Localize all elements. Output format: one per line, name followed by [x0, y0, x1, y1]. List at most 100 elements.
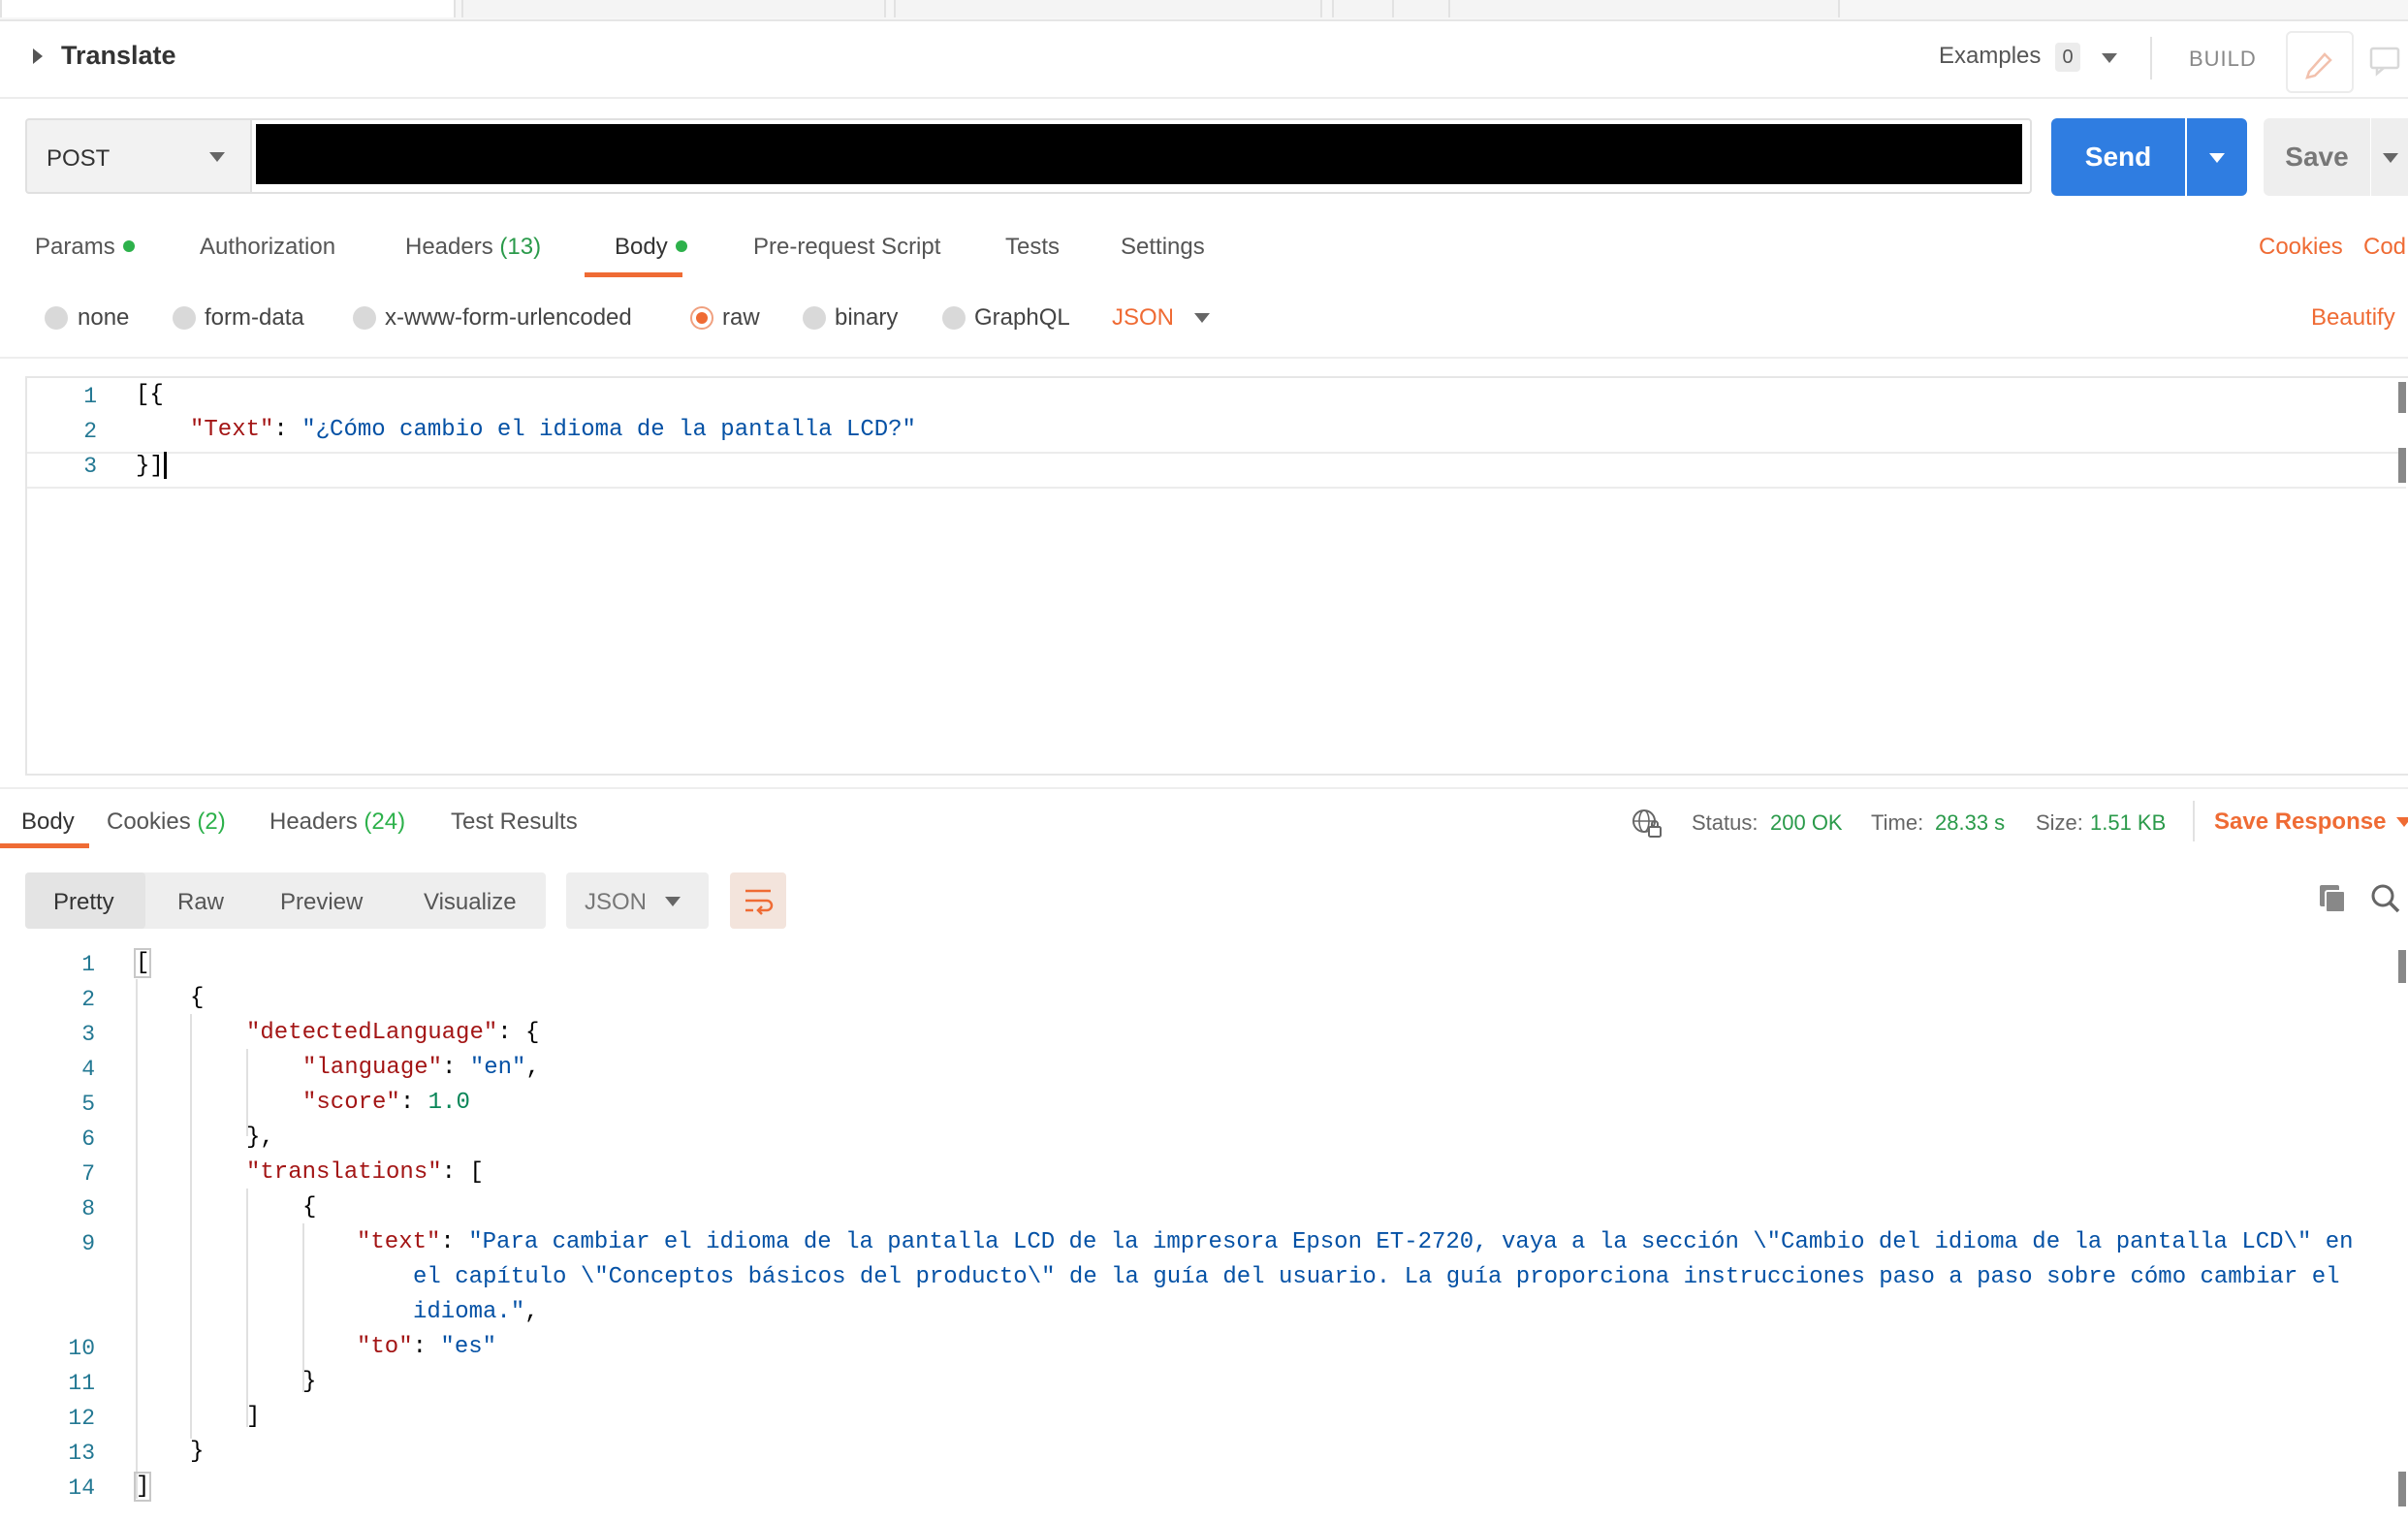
- scrollbar[interactable]: [2398, 950, 2406, 983]
- comment-icon: [2369, 47, 2400, 77]
- examples-chevron-down-icon[interactable]: [2102, 53, 2117, 63]
- line-number: 6: [81, 1126, 95, 1152]
- radio-form-data[interactable]: [173, 306, 196, 330]
- method-chevron-down-icon[interactable]: [209, 152, 225, 162]
- tab-params[interactable]: Params: [35, 234, 135, 261]
- request-tab[interactable]: [894, 0, 1322, 17]
- request-tab[interactable]: [1332, 0, 1394, 17]
- tab-response-cookies[interactable]: Cookies (2): [107, 809, 226, 836]
- globe-lock-icon[interactable]: [1631, 807, 1663, 844]
- build-mode-label[interactable]: BUILD: [2189, 47, 2257, 72]
- send-button[interactable]: Send: [2051, 118, 2185, 196]
- save-options-button[interactable]: [2371, 118, 2408, 196]
- edit-button[interactable]: [2286, 31, 2354, 93]
- tab-label: Cookies: [107, 809, 191, 835]
- tab-tests[interactable]: Tests: [1005, 234, 1060, 261]
- copy-icon[interactable]: [2317, 882, 2350, 920]
- divider: [2193, 801, 2195, 841]
- body-format-select[interactable]: JSON: [1112, 304, 1174, 332]
- wrap-lines-button[interactable]: [730, 872, 786, 929]
- tab-label: Params: [35, 234, 115, 260]
- tab-settings[interactable]: Settings: [1121, 234, 1205, 261]
- tab-headers[interactable]: Headers (13): [405, 234, 541, 261]
- line-number: 3: [81, 1022, 95, 1047]
- new-tab-button[interactable]: [1392, 0, 1454, 17]
- code-link[interactable]: Cod: [2363, 234, 2406, 261]
- cookies-count: (2): [197, 809, 226, 835]
- collapse-arrow-icon[interactable]: [33, 48, 43, 64]
- view-preview-button[interactable]: Preview: [280, 889, 363, 916]
- tab-authorization[interactable]: Authorization: [200, 234, 335, 261]
- radio-label-binary[interactable]: binary: [835, 304, 898, 332]
- size-label: Size:: [2036, 810, 2083, 835]
- radio-label-raw[interactable]: raw: [722, 304, 760, 332]
- line-number: 14: [68, 1475, 95, 1501]
- line-number: 11: [68, 1371, 95, 1396]
- indent-guide: [136, 979, 138, 1499]
- environment-selector[interactable]: [1448, 0, 1840, 17]
- view-pretty-button[interactable]: Pretty: [53, 889, 114, 916]
- status-dot: [122, 239, 135, 252]
- radio-label-urlencoded[interactable]: x-www-form-urlencoded: [385, 304, 632, 332]
- text-cursor: [163, 452, 167, 479]
- indent-guide: [246, 1049, 248, 1136]
- active-tab-indicator: [0, 843, 89, 848]
- code-text: }]: [136, 453, 164, 480]
- line-number: 12: [68, 1406, 95, 1431]
- save-button[interactable]: Save: [2264, 118, 2370, 196]
- tab-pre-request-script[interactable]: Pre-request Script: [753, 234, 940, 261]
- json-key: "score": [302, 1090, 400, 1116]
- time-value[interactable]: 28.33 s: [1935, 810, 2005, 836]
- radio-label-form-data[interactable]: form-data: [205, 304, 304, 332]
- line-number: 10: [68, 1336, 95, 1361]
- radio-label-none[interactable]: none: [78, 304, 129, 332]
- radio-urlencoded[interactable]: [353, 306, 376, 330]
- send-options-button[interactable]: [2187, 118, 2247, 196]
- line-number: 1: [83, 384, 97, 409]
- code-line[interactable]: [{: [136, 382, 164, 408]
- size-value[interactable]: 1.51 KB: [2090, 810, 2166, 836]
- json-string: "¿Cómo cambio el idioma de la pantalla L…: [301, 417, 916, 443]
- tab-body[interactable]: Body: [615, 234, 687, 261]
- tab-test-results[interactable]: Test Results: [451, 809, 578, 836]
- format-chevron-down-icon[interactable]: [1194, 313, 1210, 323]
- radio-graphql[interactable]: [942, 306, 966, 330]
- code-line: [: [133, 948, 152, 978]
- request-title[interactable]: Translate: [61, 41, 176, 71]
- beautify-link[interactable]: Beautify: [2311, 304, 2395, 332]
- code-line[interactable]: "Text": "¿Cómo cambio el idioma de la pa…: [190, 417, 916, 443]
- line-number: 3: [83, 454, 97, 479]
- view-raw-button[interactable]: Raw: [177, 889, 224, 916]
- code-line: "translations": [: [246, 1159, 484, 1186]
- scrollbar[interactable]: [2398, 382, 2406, 413]
- save-response-button[interactable]: Save Response: [2214, 809, 2386, 836]
- radio-label-graphql[interactable]: GraphQL: [974, 304, 1070, 332]
- url-input[interactable]: [256, 124, 2022, 184]
- scrollbar[interactable]: [2398, 1472, 2406, 1506]
- tab-label: Headers: [269, 809, 358, 835]
- tab-response-headers[interactable]: Headers (24): [269, 809, 405, 836]
- request-tab[interactable]: [461, 0, 886, 17]
- cookies-link[interactable]: Cookies: [2259, 234, 2343, 261]
- view-visualize-button[interactable]: Visualize: [424, 889, 517, 916]
- status-value[interactable]: 200 OK: [1770, 810, 1843, 836]
- tab-label: Headers: [405, 234, 493, 260]
- headers-count: (13): [499, 234, 542, 260]
- radio-none[interactable]: [45, 306, 68, 330]
- request-tab[interactable]: [0, 0, 456, 17]
- tab-response-body[interactable]: Body: [21, 809, 75, 836]
- examples-label[interactable]: Examples: [1939, 43, 2041, 70]
- code-line: {: [190, 985, 205, 1011]
- code-line[interactable]: }]: [136, 452, 167, 479]
- json-string: "en": [469, 1055, 526, 1081]
- radio-raw[interactable]: [690, 306, 713, 330]
- search-icon[interactable]: [2369, 882, 2402, 920]
- json-key: "text": [357, 1229, 441, 1255]
- line-number: 4: [81, 1057, 95, 1082]
- request-header: [0, 19, 2408, 99]
- scrollbar[interactable]: [2398, 448, 2406, 483]
- save-response-chevron-down-icon[interactable]: [2396, 817, 2408, 827]
- radio-binary[interactable]: [803, 306, 826, 330]
- comments-button[interactable]: [2358, 31, 2408, 89]
- json-string: "es": [440, 1334, 497, 1360]
